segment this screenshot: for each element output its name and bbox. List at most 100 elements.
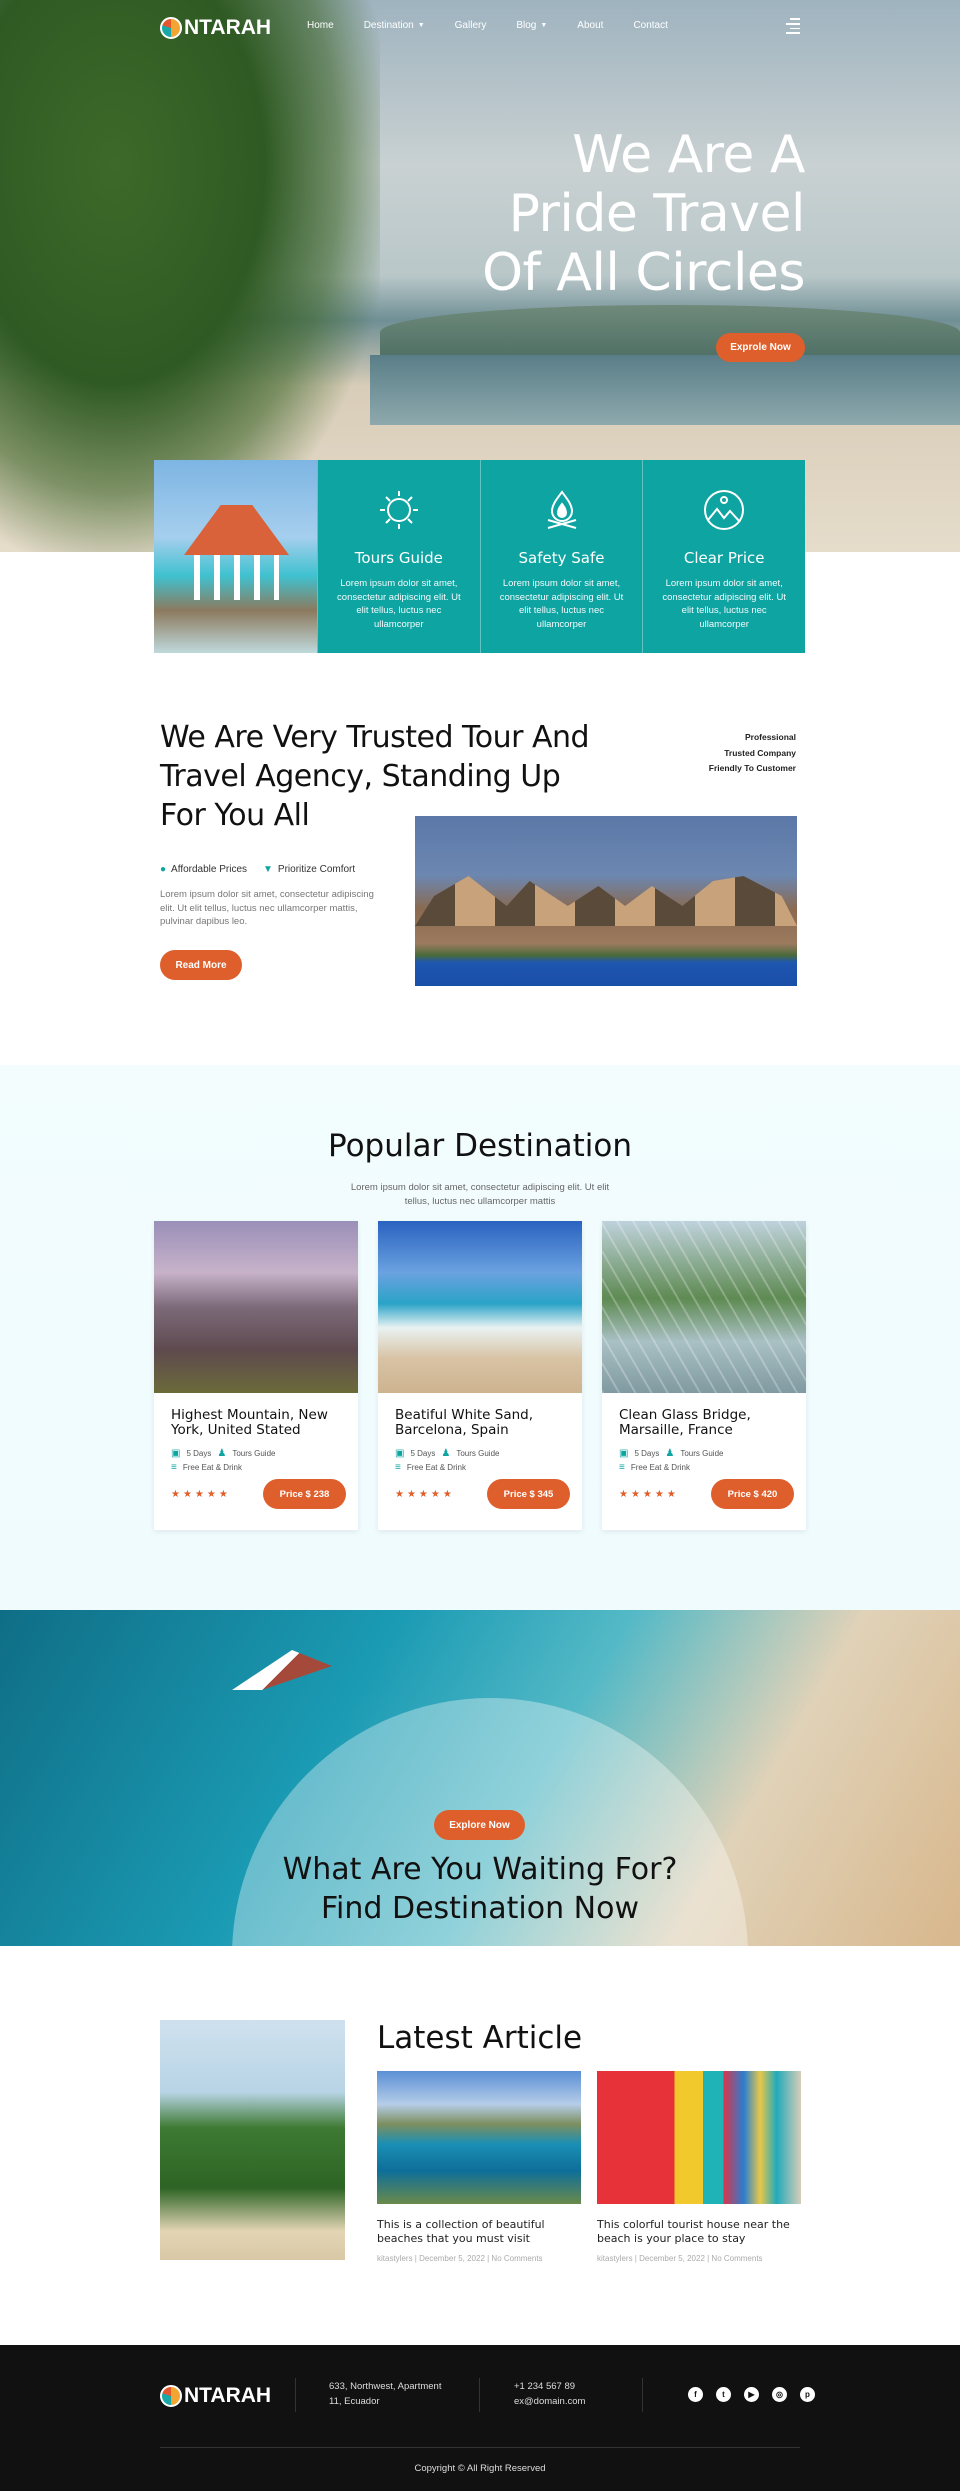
nav-blog-label: Blog [516,20,537,31]
guide-icon: ♟ [665,1448,675,1459]
hero-title-line: Of All Circles [482,243,805,303]
mountain-icon [704,490,745,530]
feature-tours-guide: Tours Guide Lorem ipsum dolor sit amet, … [317,460,480,653]
trophy-icon: ▼ [263,864,273,875]
facebook-icon[interactable]: f [688,2387,703,2402]
cta-title: What Are You Waiting For? Find Destinati… [0,1850,960,1928]
check-comfort: ▼ Prioritize Comfort [263,864,355,875]
hero-title-line: We Are A [572,125,805,185]
rating-stars: ★★★★★ [395,1488,455,1500]
brand-logo[interactable]: NTARAH [160,16,271,40]
card-guide: Tours Guide [456,1449,500,1458]
beach-huts-image [597,2071,801,2204]
address-line: 11, Ecuador [329,2395,380,2407]
card-title: Clean Glass Bridge, Marsaille, France [619,1407,751,1438]
nav-contact[interactable]: Contact [633,20,667,31]
nav-destination[interactable]: Destination ▼ [364,20,425,31]
guide-icon: ♟ [441,1448,451,1459]
read-more-button[interactable]: Read More [160,950,242,980]
feature-text: Lorem ipsum dolor sit amet, consectetur … [662,578,786,630]
hamburger-menu-icon[interactable] [786,18,800,34]
article-card[interactable]: This colorful tourist house near the bea… [597,2071,801,2263]
card-title: Beatiful White Sand, Barcelona, Spain [395,1407,534,1438]
sun-icon [379,491,418,529]
card-days: 5 Days [186,1449,212,1458]
nav-destination-label: Destination [363,20,414,31]
card-meta: ▣ 5 Days ♟ Tours Guide ≡ Free Eat & Drink [619,1447,806,1475]
explore-now-button[interactable]: Exprole Now [716,333,805,362]
youtube-icon[interactable]: ▶ [744,2387,759,2402]
destination-card[interactable]: Highest Mountain, New York, United State… [154,1221,358,1530]
trusted-text: Lorem ipsum dolor sit amet, consectetur … [160,889,374,927]
article-title[interactable]: This is a collection of beautiful beache… [377,2218,581,2246]
gazebo-image [154,460,317,653]
nav-blog[interactable]: Blog ▼ [516,20,547,31]
destination-card[interactable]: Beatiful White Sand, Barcelona, Spain ▣ 5… [378,1221,582,1530]
hero-hills [380,305,960,360]
footer-rule [160,2447,800,2448]
instagram-icon[interactable]: ◎ [772,2387,787,2402]
feature-text: Lorem ipsum dolor sit amet, consectetur … [337,578,461,630]
cta-explore-button[interactable]: Explore Now [434,1810,525,1840]
trusted-list: Professional Trusted Company Friendly To… [709,730,796,777]
food-icon: ≡ [171,1462,177,1473]
card-food: Free Eat & Drink [630,1463,690,1472]
calendar-icon: ▣ [171,1448,181,1459]
footer-contact: +1 234 567 89 ex@domain.com [514,2380,585,2409]
price-button[interactable]: Price $ 420 [711,1479,794,1509]
feature-clear-price: Clear Price Lorem ipsum dolor sit amet, … [642,460,806,653]
destination-card[interactable]: Clean Glass Bridge, Marsaille, France ▣ 5… [602,1221,806,1530]
brand-name: NTARAH [184,16,272,39]
article-title[interactable]: This colorful tourist house near the bea… [597,2218,801,2246]
footer-email[interactable]: ex@domain.com [514,2395,585,2410]
campfire-icon [547,490,576,529]
brand-name: NTARAH [184,2384,272,2407]
footer-phone[interactable]: +1 234 567 89 [514,2380,585,2395]
beach-image [378,1221,582,1393]
nav-about[interactable]: About [577,20,603,31]
hero-sea [370,355,960,425]
hero-title-line: Pride Travel [508,184,806,244]
check-affordable: ● Affordable Prices [160,864,247,875]
twitter-icon[interactable]: t [716,2387,731,2402]
popular-title: Popular Destination [328,1128,632,1164]
bay-image [377,2071,581,2204]
glass-bridge-image [602,1221,806,1393]
nav-home[interactable]: Home [307,20,334,31]
nav-gallery[interactable]: Gallery [455,20,487,31]
food-icon: ≡ [619,1462,625,1473]
card-meta: ▣ 5 Days ♟ Tours Guide ≡ Free Eat & Drink [171,1447,358,1475]
footer-divider [295,2378,296,2412]
guide-icon: ♟ [217,1448,227,1459]
boat-image [232,1650,332,1690]
footer-address: 633, Northwest, Apartment 11, Ecuador [329,2380,441,2409]
card-food: Free Eat & Drink [182,1463,242,1472]
hero-title: We Are A Pride Travel Of All Circles [482,126,805,303]
main-nav: Home Destination ▼ Gallery Blog ▼ About Co… [307,20,668,31]
badge-icon: ● [160,864,167,875]
chevron-down-icon: ▼ [417,22,425,29]
articles-title: Latest Article [377,2020,583,2056]
cta-title-line: What Are You Waiting For? [282,1852,678,1887]
card-days: 5 Days [410,1449,436,1458]
mountain-image [154,1221,358,1393]
footer-logo[interactable]: NTARAH [160,2384,271,2408]
logo-icon [160,2385,182,2407]
footer-divider [479,2378,480,2412]
card-title: Highest Mountain, New York, United State… [171,1407,328,1438]
article-card[interactable]: This is a collection of beautiful beache… [377,2071,581,2263]
check-label: Affordable Prices [171,864,248,875]
features-strip: Tours Guide Lorem ipsum dolor sit amet, … [154,460,806,653]
feature-safety-safe: Safety Safe Lorem ipsum dolor sit amet, … [479,460,643,653]
footer-divider [642,2378,643,2412]
price-button[interactable]: Price $ 345 [487,1479,570,1509]
houses-image [415,816,797,986]
feature-title: Tours Guide [354,549,443,567]
feature-text: Lorem ipsum dolor sit amet, consectetur … [499,578,624,630]
card-guide: Tours Guide [680,1449,724,1458]
check-label: Prioritize Comfort [277,864,356,875]
pinterest-icon[interactable]: p [800,2387,815,2402]
rating-stars: ★★★★★ [619,1488,679,1500]
card-days: 5 Days [634,1449,660,1458]
price-button[interactable]: Price $ 238 [263,1479,346,1509]
